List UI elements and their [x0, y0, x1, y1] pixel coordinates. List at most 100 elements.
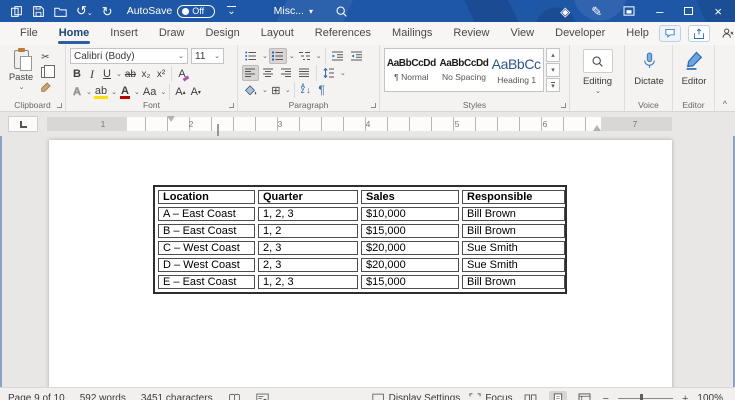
- table-cell[interactable]: E – East Coast: [158, 275, 255, 289]
- font-name-combobox[interactable]: Calibri (Body) ⌄: [70, 48, 188, 64]
- highlight-color-button[interactable]: ab: [93, 84, 109, 100]
- editing-button[interactable]: Editing ⌄: [574, 48, 621, 95]
- tab-design[interactable]: Design: [195, 23, 249, 44]
- table-header-cell[interactable]: Location: [158, 190, 255, 204]
- grow-font-button[interactable]: A▴: [173, 84, 187, 100]
- table-cell[interactable]: Bill Brown: [462, 207, 565, 221]
- zoom-in-button[interactable]: +: [682, 393, 688, 400]
- table-header-cell[interactable]: Sales: [361, 190, 459, 204]
- undo-button[interactable]: ↺⌄: [76, 4, 93, 18]
- style-normal[interactable]: AaBbCcDd ¶ Normal: [385, 49, 438, 91]
- change-case-caret-icon[interactable]: ⌄: [160, 88, 166, 96]
- tab-file[interactable]: File: [10, 23, 48, 44]
- character-count[interactable]: 3451 characters: [141, 393, 213, 400]
- paste-icon[interactable]: [10, 5, 23, 18]
- increase-indent-button[interactable]: [348, 48, 366, 64]
- zoom-out-button[interactable]: −: [603, 393, 609, 400]
- table-cell[interactable]: 1, 2, 3: [258, 207, 358, 221]
- style-heading-1[interactable]: AaBbCc Heading 1: [490, 49, 543, 91]
- table-cell[interactable]: $20,000: [361, 241, 459, 255]
- document-page[interactable]: Location Quarter Sales Responsible A – E…: [49, 140, 672, 400]
- title-dropdown-icon[interactable]: ▾: [309, 7, 313, 16]
- change-case-button[interactable]: Aa: [141, 84, 158, 100]
- table-cell[interactable]: C – West Coast: [158, 241, 255, 255]
- tab-draw[interactable]: Draw: [149, 23, 195, 44]
- tab-stop-selector[interactable]: [8, 116, 38, 132]
- save-icon[interactable]: [32, 5, 45, 18]
- undo-caret-icon[interactable]: ⌄: [87, 10, 93, 17]
- text-effects-caret-icon[interactable]: ⌄: [86, 88, 92, 96]
- underline-button[interactable]: U: [100, 66, 114, 82]
- numbered-list-button[interactable]: [269, 48, 287, 64]
- search-icon[interactable]: [335, 5, 348, 18]
- page-count[interactable]: Page 9 of 10: [8, 393, 65, 400]
- minimize-button[interactable]: –: [656, 5, 663, 18]
- table-cell[interactable]: B – East Coast: [158, 224, 255, 238]
- table-cell[interactable]: $15,000: [361, 275, 459, 289]
- numbered-caret-icon[interactable]: ⌄: [289, 52, 295, 60]
- table-cell[interactable]: Bill Brown: [462, 275, 565, 289]
- tab-references[interactable]: References: [305, 23, 381, 44]
- maximize-button[interactable]: [684, 7, 693, 15]
- collapse-ribbon-icon[interactable]: ^: [723, 99, 727, 109]
- bold-button[interactable]: B: [70, 66, 84, 82]
- subscript-button[interactable]: x₂: [139, 66, 153, 82]
- autosave-control[interactable]: AutoSave Off: [127, 5, 216, 18]
- tab-home[interactable]: Home: [49, 23, 100, 44]
- font-color-caret-icon[interactable]: ⌄: [134, 88, 140, 96]
- shading-button[interactable]: [242, 82, 260, 98]
- paragraph-dialog-launcher[interactable]: [371, 103, 376, 108]
- table-cell[interactable]: 1, 2, 3: [258, 275, 358, 289]
- styles-more-icon[interactable]: ▾: [546, 78, 560, 92]
- table-cell[interactable]: $20,000: [361, 258, 459, 272]
- document-title[interactable]: Misc... ▾: [274, 5, 313, 17]
- table-cell[interactable]: A – East Coast: [158, 207, 255, 221]
- web-layout-view-button[interactable]: [576, 391, 594, 400]
- shading-caret-icon[interactable]: ⌄: [262, 86, 268, 94]
- copy-icon[interactable]: [38, 65, 53, 79]
- table-cell[interactable]: Bill Brown: [462, 224, 565, 238]
- align-left-button[interactable]: [242, 65, 259, 81]
- presence-people-icon[interactable]: [717, 25, 735, 42]
- cut-icon[interactable]: ✂: [38, 50, 53, 64]
- clear-formatting-button[interactable]: A: [175, 66, 189, 82]
- sort-button[interactable]: AZ ↓: [298, 82, 314, 98]
- comments-icon[interactable]: [659, 25, 681, 42]
- tab-help[interactable]: Help: [616, 23, 659, 44]
- font-name-caret-icon[interactable]: ⌄: [178, 52, 184, 60]
- pen-icon[interactable]: ✎: [591, 5, 602, 18]
- table-cell[interactable]: D – West Coast: [158, 258, 255, 272]
- font-color-button[interactable]: A: [118, 84, 132, 100]
- open-icon[interactable]: [54, 5, 67, 18]
- borders-caret-icon[interactable]: ⌄: [285, 86, 291, 94]
- ribbon-options-icon[interactable]: [623, 6, 635, 16]
- tab-review[interactable]: Review: [443, 23, 499, 44]
- font-size-combobox[interactable]: 11 ⌄: [191, 48, 224, 64]
- tab-view[interactable]: View: [500, 23, 544, 44]
- show-paragraph-marks-button[interactable]: ¶: [315, 82, 329, 98]
- table-cell[interactable]: $10,000: [361, 207, 459, 221]
- highlight-caret-icon[interactable]: ⌄: [111, 88, 117, 96]
- align-right-button[interactable]: [278, 65, 295, 81]
- multilevel-caret-icon[interactable]: ⌄: [316, 52, 322, 60]
- autosave-toggle[interactable]: Off: [177, 5, 215, 18]
- format-painter-icon[interactable]: [38, 80, 53, 94]
- share-icon[interactable]: [688, 25, 710, 42]
- table-cell[interactable]: 2, 3: [258, 258, 358, 272]
- text-effects-button[interactable]: A: [70, 84, 84, 100]
- justify-button[interactable]: [296, 65, 313, 81]
- table-cell[interactable]: 2, 3: [258, 241, 358, 255]
- table-header-cell[interactable]: Quarter: [258, 190, 358, 204]
- borders-button[interactable]: ⊞: [269, 82, 283, 98]
- font-dialog-launcher[interactable]: [229, 103, 234, 108]
- styles-scroll-up-icon[interactable]: ▴: [546, 48, 560, 62]
- display-settings-button[interactable]: Display Settings: [372, 393, 461, 400]
- styles-scroll-down-icon[interactable]: ▾: [546, 63, 560, 77]
- editor-button[interactable]: Editor: [677, 48, 711, 87]
- styles-dialog-launcher[interactable]: [561, 103, 566, 108]
- redo-button[interactable]: ↻: [102, 5, 113, 18]
- paste-button[interactable]: Paste ⌄: [4, 48, 38, 98]
- bullet-list-button[interactable]: [242, 48, 260, 64]
- macro-record-icon[interactable]: [256, 393, 269, 400]
- align-center-button[interactable]: [260, 65, 277, 81]
